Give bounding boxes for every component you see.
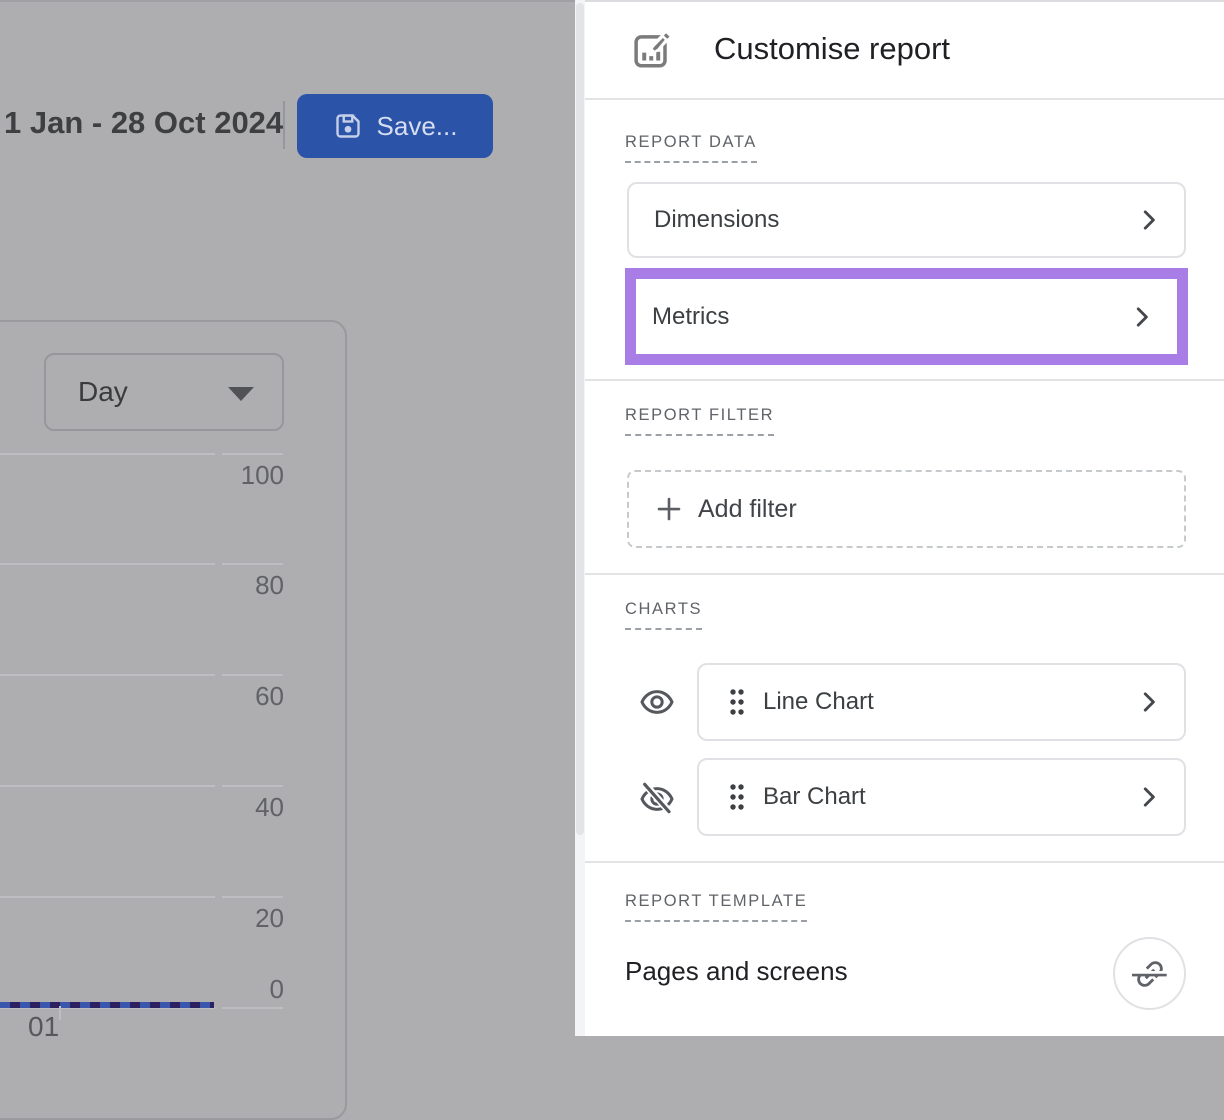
y-axis-label: 20 <box>180 903 284 934</box>
metrics-highlight-frame: Metrics <box>625 268 1188 365</box>
chevron-right-icon <box>1134 687 1164 717</box>
line-chart-label: Line Chart <box>763 688 874 716</box>
panel-content: Customise report REPORT DATA Dimensions … <box>585 0 1224 1036</box>
gridline <box>0 563 215 565</box>
top-edge-line <box>585 0 1224 2</box>
section-divider <box>585 861 1224 863</box>
drag-handle-icon[interactable] <box>727 686 747 718</box>
link-off-icon <box>1132 956 1168 992</box>
bar-chart-row[interactable]: Bar Chart <box>697 758 1186 836</box>
edit-report-icon <box>630 29 672 71</box>
chevron-right-icon <box>1127 302 1157 332</box>
plus-icon <box>654 494 684 524</box>
line-chart-visibility-toggle[interactable] <box>637 682 677 722</box>
gridline <box>0 453 215 455</box>
section-divider <box>585 98 1224 100</box>
save-button[interactable]: Save... <box>297 94 493 158</box>
chevron-right-icon <box>1134 205 1164 235</box>
save-floppy-icon <box>333 111 363 141</box>
gridline <box>0 785 215 787</box>
gridline <box>222 453 283 455</box>
y-axis-label: 80 <box>180 570 284 601</box>
dimensions-label: Dimensions <box>654 206 779 234</box>
gridline <box>222 674 283 676</box>
metrics-button[interactable]: Metrics <box>636 279 1177 354</box>
x-axis-tick <box>59 1006 61 1020</box>
bar-chart-visibility-toggle[interactable] <box>637 779 677 819</box>
y-axis-label: 0 <box>180 974 284 1005</box>
add-filter-button[interactable]: Add filter <box>627 470 1186 548</box>
save-button-label: Save... <box>377 111 458 142</box>
top-edge-line <box>0 0 575 2</box>
report-data-section-label: REPORT DATA <box>625 133 757 163</box>
scrollbar-thumb[interactable] <box>576 3 584 835</box>
gridline <box>222 1007 283 1009</box>
report-template-value: Pages and screens <box>625 956 848 987</box>
gridline <box>222 785 283 787</box>
x-axis-label: 01 <box>28 1011 59 1043</box>
report-filter-section-label: REPORT FILTER <box>625 406 774 436</box>
y-axis-label: 60 <box>180 681 284 712</box>
date-range-label: 1 Jan - 28 Oct 2024 <box>4 105 283 141</box>
metrics-label: Metrics <box>652 303 729 331</box>
granularity-value: Day <box>78 376 128 408</box>
gridline <box>0 896 215 898</box>
dimensions-button[interactable]: Dimensions <box>627 182 1186 258</box>
drag-handle-icon[interactable] <box>727 781 747 813</box>
granularity-dropdown[interactable]: Day <box>44 353 284 431</box>
section-divider <box>585 573 1224 575</box>
chart-card <box>0 320 347 1120</box>
chevron-down-icon <box>228 387 254 401</box>
toolbar-divider <box>283 101 285 149</box>
gridline <box>0 674 215 676</box>
bar-chart-label: Bar Chart <box>763 783 866 811</box>
eye-off-icon <box>637 779 677 819</box>
report-template-section-label: REPORT TEMPLATE <box>625 892 807 922</box>
chart-series-dashed-line <box>0 1002 214 1008</box>
gridline <box>222 896 283 898</box>
eye-icon <box>637 682 677 722</box>
panel-title: Customise report <box>714 31 950 67</box>
section-divider <box>585 379 1224 381</box>
add-filter-label: Add filter <box>698 495 797 524</box>
y-axis-label: 100 <box>180 460 284 491</box>
y-axis-label: 40 <box>180 792 284 823</box>
chevron-right-icon <box>1134 782 1164 812</box>
line-chart-row[interactable]: Line Chart <box>697 663 1186 741</box>
gridline <box>222 563 283 565</box>
unlink-template-button[interactable] <box>1113 937 1186 1010</box>
charts-section-label: CHARTS <box>625 600 702 630</box>
customise-report-panel: Customise report REPORT DATA Dimensions … <box>575 0 1224 1036</box>
dimmed-backdrop: 1 Jan - 28 Oct 2024 Save... Day 100 80 60 4… <box>0 0 575 1036</box>
